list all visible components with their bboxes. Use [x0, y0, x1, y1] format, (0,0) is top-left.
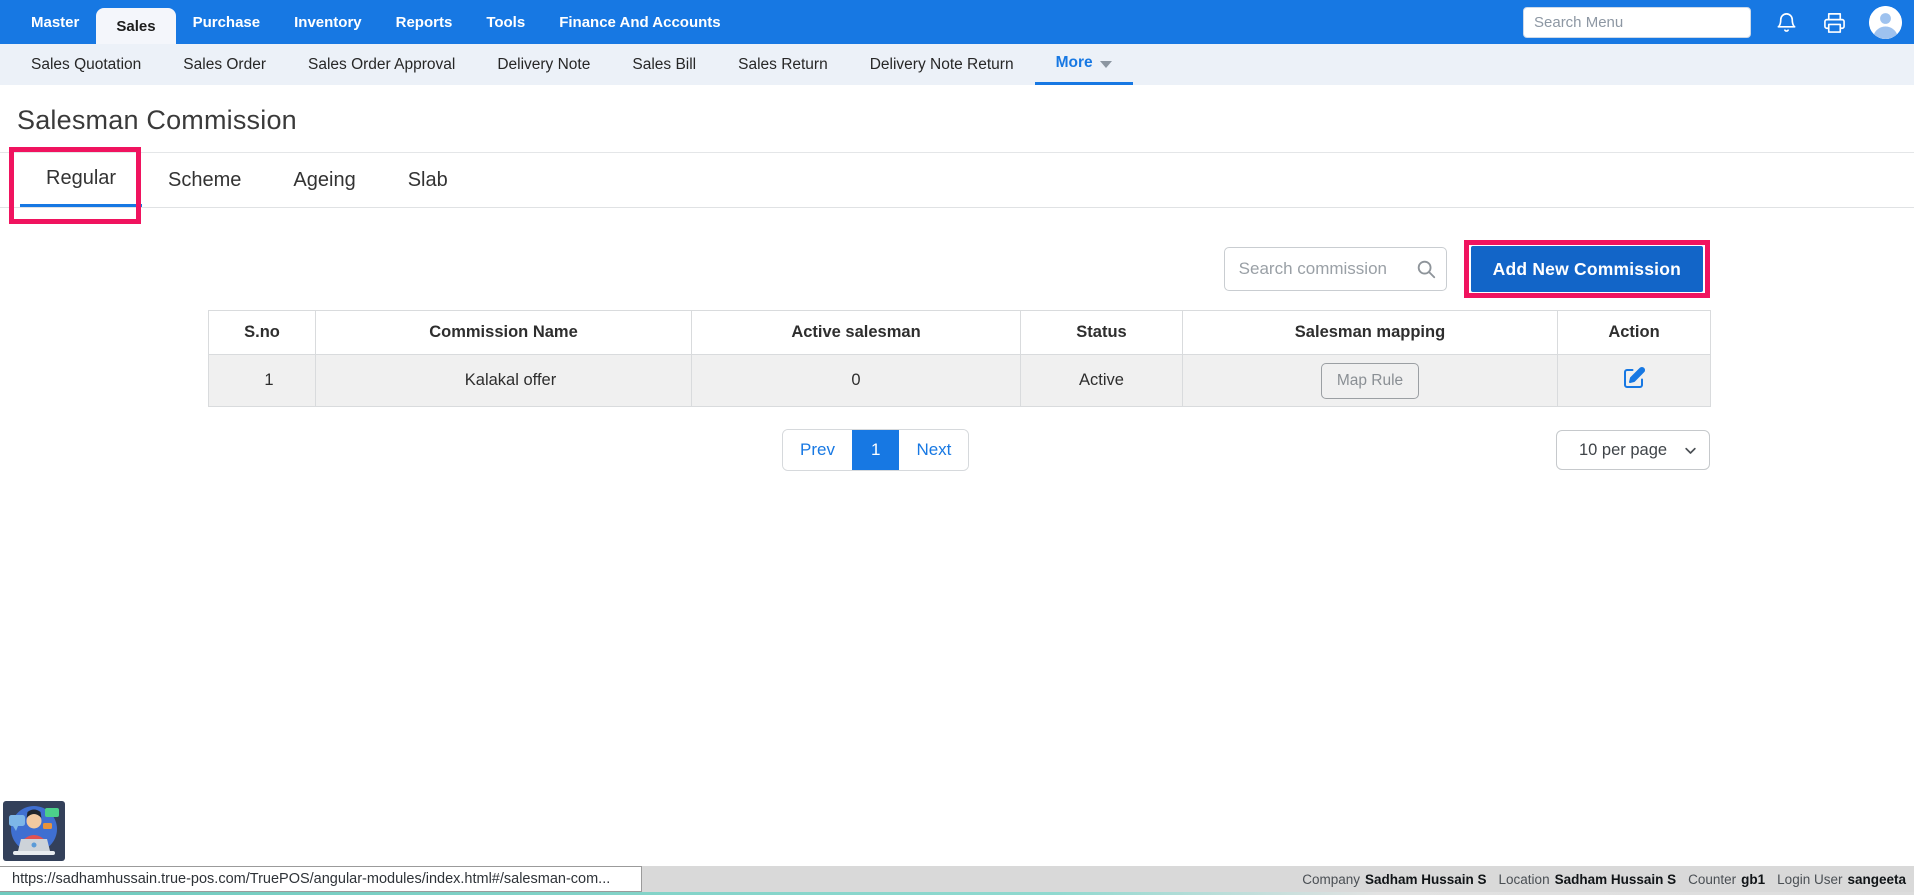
- notification-bell-icon[interactable]: [1773, 9, 1799, 35]
- column-header-active-salesman: Active salesman: [692, 311, 1021, 355]
- subnav-more-dropdown[interactable]: More: [1035, 44, 1133, 85]
- tab-scheme[interactable]: Scheme: [142, 153, 267, 207]
- pagination-prev-button[interactable]: Prev: [783, 430, 852, 470]
- tab-slab[interactable]: Slab: [382, 153, 474, 207]
- commission-toolbar: Add New Commission: [208, 240, 1710, 298]
- edit-commission-button[interactable]: [1622, 366, 1646, 393]
- menu-search-input[interactable]: [1523, 7, 1751, 38]
- main-menu: Master Sales Purchase Inventory Reports …: [14, 0, 738, 44]
- subnav-delivery-note[interactable]: Delivery Note: [476, 44, 611, 85]
- cell-status: Active: [1021, 355, 1183, 407]
- cell-active-salesman: 0: [692, 355, 1021, 407]
- commission-search: [1224, 247, 1447, 291]
- company-label: Company: [1302, 872, 1360, 887]
- commission-content: Add New Commission S.no Commission Name …: [208, 240, 1710, 471]
- commission-tabs: Regular Scheme Ageing Slab: [0, 153, 1914, 208]
- nav-item-inventory[interactable]: Inventory: [277, 0, 379, 44]
- map-rule-button[interactable]: Map Rule: [1321, 363, 1419, 399]
- menu-search: [1523, 7, 1751, 38]
- subnav-more-label: More: [1056, 54, 1093, 72]
- commission-search-input[interactable]: [1224, 247, 1447, 291]
- commission-table: S.no Commission Name Active salesman Sta…: [208, 310, 1711, 407]
- edit-icon: [1622, 378, 1646, 393]
- subnav-sales-order[interactable]: Sales Order: [162, 44, 287, 85]
- nav-item-master[interactable]: Master: [14, 0, 96, 44]
- cell-salesman-mapping: Map Rule: [1183, 355, 1558, 407]
- printer-icon[interactable]: [1821, 9, 1847, 35]
- nav-item-tools[interactable]: Tools: [469, 0, 542, 44]
- company-value: Sadham Hussain S: [1365, 872, 1487, 887]
- chevron-down-icon: [1100, 61, 1112, 68]
- cell-commission-name: Kalakal offer: [316, 355, 692, 407]
- tab-ageing[interactable]: Ageing: [267, 153, 381, 207]
- counter-label: Counter: [1688, 872, 1736, 887]
- status-location: Location Sadham Hussain S: [1499, 872, 1677, 887]
- search-icon: [1415, 258, 1437, 285]
- column-header-salesman-mapping: Salesman mapping: [1183, 311, 1558, 355]
- counter-value: gb1: [1741, 872, 1765, 887]
- login-user-label: Login User: [1777, 872, 1842, 887]
- column-header-commission-name: Commission Name: [316, 311, 692, 355]
- annotation-highlight-add-button: Add New Commission: [1464, 240, 1710, 298]
- column-header-sno: S.no: [209, 311, 316, 355]
- status-login-user: Login User sangeeta: [1777, 872, 1906, 887]
- subnav-sales-quotation[interactable]: Sales Quotation: [10, 44, 162, 85]
- subnav-sales-return[interactable]: Sales Return: [717, 44, 849, 85]
- table-row: 1 Kalakal offer 0 Active Map Rule: [209, 355, 1711, 407]
- per-page-select[interactable]: 10 per page: [1556, 430, 1710, 470]
- add-new-commission-button[interactable]: Add New Commission: [1471, 246, 1703, 292]
- cell-action: [1558, 355, 1711, 407]
- status-company: Company Sadham Hussain S: [1302, 872, 1486, 887]
- tab-regular[interactable]: Regular: [20, 153, 142, 207]
- location-value: Sadham Hussain S: [1555, 872, 1677, 887]
- navbar-right: [1523, 6, 1902, 39]
- subnav-sales-bill[interactable]: Sales Bill: [611, 44, 717, 85]
- commission-table-header: S.no Commission Name Active salesman Sta…: [209, 311, 1711, 355]
- column-header-status: Status: [1021, 311, 1183, 355]
- nav-item-reports[interactable]: Reports: [379, 0, 470, 44]
- pagination-next-button[interactable]: Next: [899, 430, 968, 470]
- nav-item-sales[interactable]: Sales: [96, 8, 175, 44]
- pagination-page-1-button[interactable]: 1: [852, 430, 899, 470]
- pagination-row: Prev 1 Next 10 per page: [208, 429, 1710, 471]
- cell-sno: 1: [209, 355, 316, 407]
- location-label: Location: [1499, 872, 1550, 887]
- top-navbar: Master Sales Purchase Inventory Reports …: [0, 0, 1914, 44]
- column-header-action: Action: [1558, 311, 1711, 355]
- nav-item-finance[interactable]: Finance And Accounts: [542, 0, 737, 44]
- subnav-sales-order-approval[interactable]: Sales Order Approval: [287, 44, 476, 85]
- page-header: Salesman Commission: [0, 85, 1914, 153]
- subnav-delivery-note-return[interactable]: Delivery Note Return: [849, 44, 1035, 85]
- nav-item-purchase[interactable]: Purchase: [176, 0, 278, 44]
- tab-regular-label: Regular: [46, 167, 116, 190]
- login-user-value: sangeeta: [1847, 872, 1906, 887]
- support-chat-widget[interactable]: [3, 801, 65, 861]
- per-page-select-wrap: 10 per page: [1556, 430, 1710, 470]
- status-counter: Counter gb1: [1688, 872, 1765, 887]
- pagination: Prev 1 Next: [782, 429, 969, 471]
- user-avatar[interactable]: [1869, 6, 1902, 39]
- page-title: Salesman Commission: [17, 105, 1914, 136]
- browser-url-tooltip: https://sadhamhussain.true-pos.com/TrueP…: [0, 866, 642, 892]
- sales-subnav: Sales Quotation Sales Order Sales Order …: [0, 44, 1914, 85]
